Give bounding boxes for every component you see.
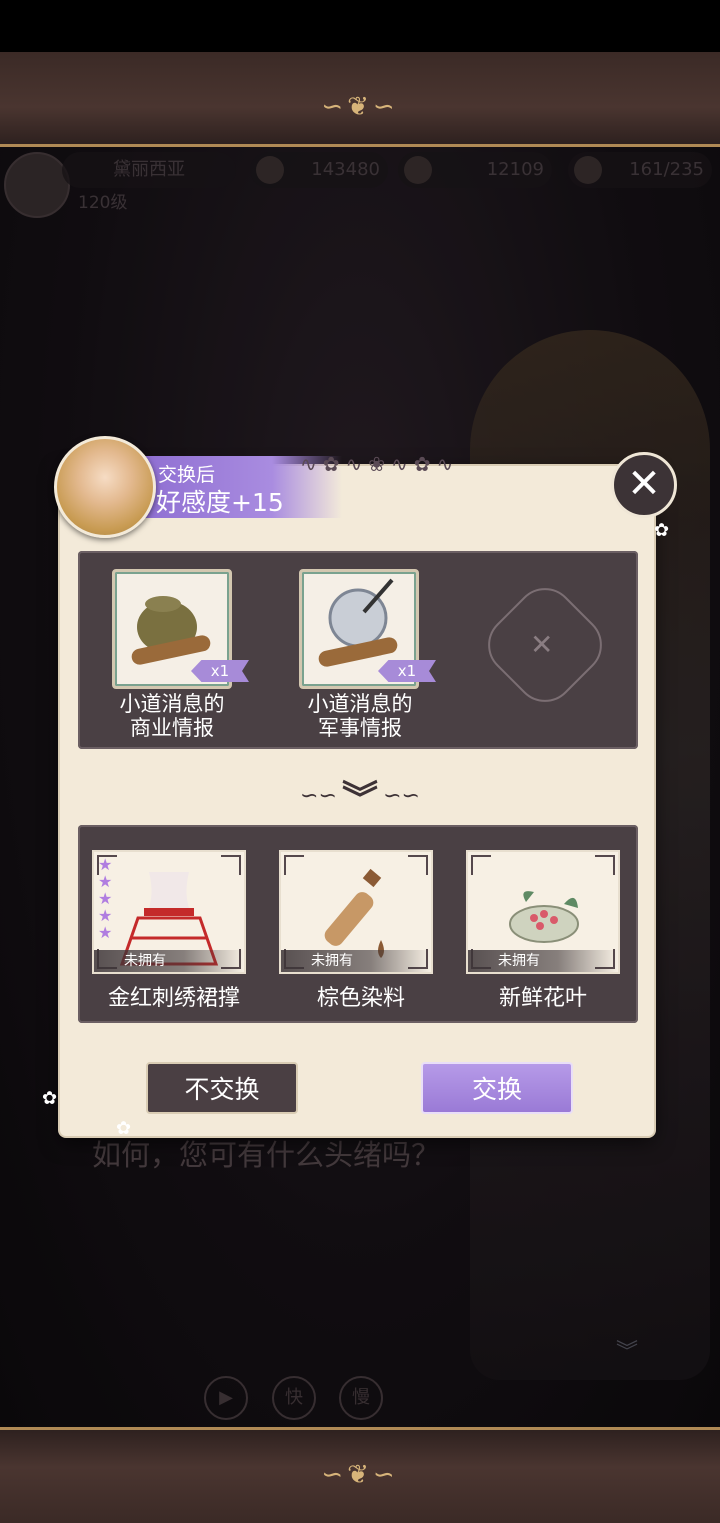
status-bar xyxy=(0,0,720,52)
give-item-name: 小道消息的 商业情报 xyxy=(119,692,225,740)
double-chevron-down-icon: ︾ xyxy=(341,779,378,820)
give-item-slot[interactable]: x1 xyxy=(112,569,249,689)
confirm-exchange-button[interactable]: 交换 xyxy=(421,1062,573,1114)
reward-item-name: 金红刺绣裙撑 xyxy=(107,986,240,1011)
rarity-stars: ★★★★★ xyxy=(98,855,113,942)
flower-icon: ✿ xyxy=(42,1088,58,1109)
ornament-icon: ∽❦∽ xyxy=(321,1460,399,1490)
exchange-arrow-divider: ∽∽ ︾ ∽∽ xyxy=(270,770,450,820)
ornament-icon: ∽❦∽ xyxy=(321,92,399,122)
swirl-icon: ∽∽ xyxy=(300,783,337,809)
give-item-name: 小道消息的 军事情报 xyxy=(307,692,413,740)
unowned-tag: 未拥有 xyxy=(468,950,618,972)
flower-icon: ✿ xyxy=(654,520,670,541)
give-item-slot[interactable]: x1 xyxy=(299,569,436,689)
empty-slot-icon: ✕ xyxy=(530,628,554,661)
flower-icon: ✿ xyxy=(116,1118,132,1139)
reward-item-slot[interactable]: 未拥有 xyxy=(466,850,620,974)
close-icon: ✕ xyxy=(627,461,661,507)
quantity-badge: x1 xyxy=(378,660,436,682)
reward-item-name: 棕色染料 xyxy=(316,986,405,1011)
reward-item-slot[interactable]: ★★★★★ 未拥有 xyxy=(92,850,246,974)
swirl-icon: ∽∽ xyxy=(383,783,420,809)
decline-exchange-button[interactable]: 不交换 xyxy=(146,1062,298,1114)
reward-item-slot[interactable]: 未拥有 xyxy=(279,850,433,974)
reward-item-name: 新鲜花叶 xyxy=(498,986,587,1011)
quantity-badge: x1 xyxy=(191,660,249,682)
unowned-tag: 未拥有 xyxy=(94,950,244,972)
character-portrait xyxy=(54,436,156,538)
top-frame: ∽❦∽ xyxy=(0,52,720,147)
close-button[interactable]: ✕ xyxy=(611,452,677,518)
bottom-frame: ∽❦∽ xyxy=(0,1427,720,1523)
affection-value: 好感度+15 xyxy=(156,488,284,517)
vine-decoration-icon: ∿✿∿❀∿✿∿ xyxy=(300,452,460,476)
unowned-tag: 未拥有 xyxy=(281,950,431,972)
